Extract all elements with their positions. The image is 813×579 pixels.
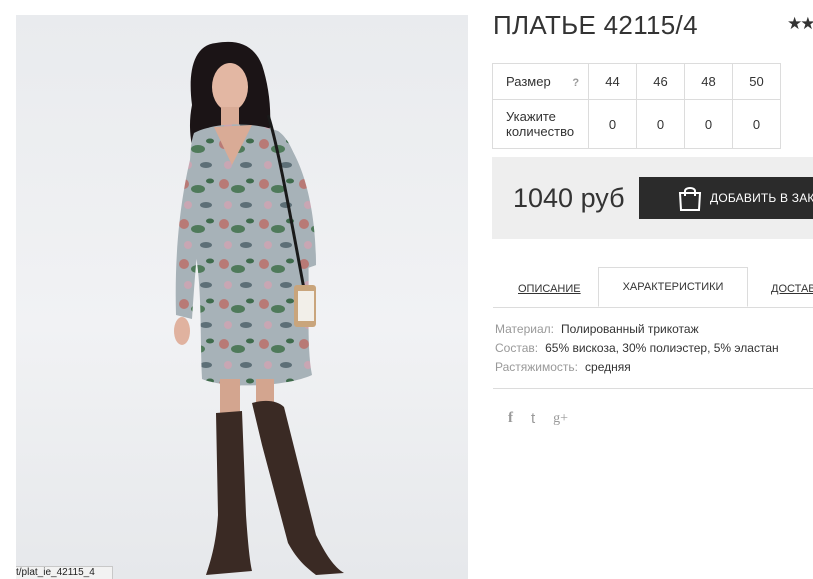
quantity-input-46[interactable]: 0 [636,99,685,149]
tab-shipping[interactable]: ДОСТАВ [771,269,813,309]
quantity-input-50[interactable]: 0 [732,99,781,149]
product-photo-illustration [174,41,344,575]
quantity-label-line2: количество [506,124,575,139]
spec-value: средняя [585,360,631,374]
size-header-label: Размер [506,74,551,89]
size-cell-46: 46 [636,63,685,100]
quantity-row: Укажите количество 0 0 0 0 [492,99,781,149]
spec-row-stretch: Растяжимость: средняя [495,358,779,377]
divider [493,388,813,389]
quantity-header-cell: Укажите количество [492,99,589,149]
social-share: f t g+ [508,410,568,427]
add-to-cart-label: ДОБАВИТЬ В ЗАКА [710,191,813,205]
tab-characteristics[interactable]: ХАРАКТЕРИСТИКИ [598,267,748,307]
size-cell-44: 44 [588,63,637,100]
spec-key: Состав: [495,341,539,355]
product-photo[interactable]: t/plat_ie_42115_4 [16,15,468,579]
quantity-input-48[interactable]: 0 [684,99,733,149]
product-price: 1040 руб [513,183,625,213]
add-to-cart-button[interactable]: ДОБАВИТЬ В ЗАКА [639,177,813,219]
spec-key: Материал: [495,322,554,336]
spec-value: Полированный трикотаж [560,322,699,336]
size-quantity-table: Размер ? 44 46 48 50 Укажите количество … [492,63,781,149]
spec-row-composition: Состав: 65% вискоза, 30% полиэстер, 5% эл… [495,339,779,358]
quantity-input-44[interactable]: 0 [588,99,637,149]
spec-key: Растяжимость: [495,360,579,374]
size-cell-48: 48 [684,63,733,100]
google-plus-icon[interactable]: g+ [553,411,568,427]
product-title: ПЛАТЬЕ 42115/4 [493,10,698,40]
tab-characteristics-label: ХАРАКТЕРИСТИКИ [622,281,724,293]
characteristics-list: Материал: Полированный трикотаж Состав: 65… [495,320,779,377]
spec-value: 65% вискоза, 30% полиэстер, 5% эластан [545,341,779,355]
status-bar-url: t/plat_ie_42115_4 [16,566,113,579]
buy-box: 1040 руб ДОБАВИТЬ В ЗАКА [492,157,813,239]
size-header-cell: Размер ? [492,63,589,100]
shopping-bag-icon [678,187,702,211]
size-cell-50: 50 [732,63,781,100]
quantity-label-line1: Укажите [506,109,556,124]
spec-row-material: Материал: Полированный трикотаж [495,320,779,339]
size-row: Размер ? 44 46 48 50 [492,63,781,100]
tab-description[interactable]: ОПИСАНИЕ [518,269,581,309]
facebook-icon[interactable]: f [508,410,513,427]
size-help-icon[interactable]: ? [572,77,579,89]
rating-stars[interactable]: ★★ [787,14,813,34]
tab-description-label: ОПИСАНИЕ [518,283,581,295]
twitter-icon[interactable]: t [531,410,535,427]
product-tabs: ОПИСАНИЕ ХАРАКТЕРИСТИКИ ДОСТАВ [493,267,813,308]
tab-shipping-label: ДОСТАВ [771,283,813,295]
